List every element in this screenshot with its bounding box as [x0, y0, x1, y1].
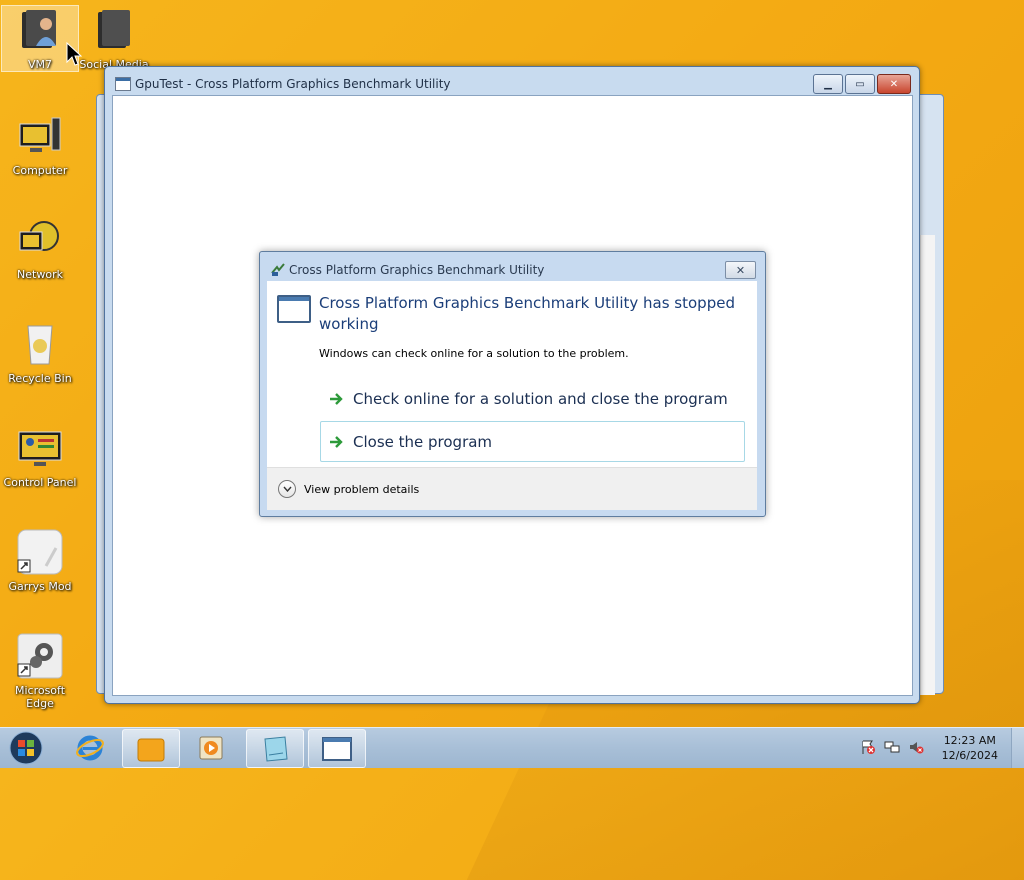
- desktop-icon-control-panel[interactable]: Control Panel: [2, 424, 78, 489]
- option-label: Close the program: [353, 432, 493, 451]
- recycle-bin-icon: [16, 320, 64, 368]
- desktop-icon-label: Computer: [12, 164, 68, 177]
- media-player-icon: [199, 736, 223, 759]
- settings-gear-icon: [16, 632, 64, 680]
- clock-time: 12:23 AM: [943, 734, 996, 747]
- desktop-icon-garrys-mod[interactable]: Garrys Mod: [2, 528, 78, 593]
- window-title: GpuTest - Cross Platform Graphics Benchm…: [135, 77, 451, 91]
- close-button[interactable]: ✕: [877, 74, 911, 94]
- option-label: Check online for a solution and close th…: [353, 390, 728, 408]
- taskbar-internet-explorer[interactable]: [70, 729, 110, 766]
- taskbar-gputest-window[interactable]: [308, 729, 366, 768]
- network-icon[interactable]: [884, 739, 900, 755]
- taskbar-file-explorer[interactable]: [122, 729, 180, 768]
- network-icon: [16, 216, 64, 264]
- dialog-titlebar[interactable]: Cross Platform Graphics Benchmark Utilit…: [260, 252, 765, 282]
- check-online-option[interactable]: Check online for a solution and close th…: [320, 380, 745, 418]
- internet-explorer-icon: [76, 735, 104, 760]
- benchmark-app-icon: [271, 263, 285, 276]
- taskbar: 12:23 AM 12/6/2024: [0, 727, 1024, 768]
- error-dialog[interactable]: Cross Platform Graphics Benchmark Utilit…: [259, 251, 766, 517]
- dialog-body: Cross Platform Graphics Benchmark Utilit…: [267, 281, 757, 467]
- taskbar-clock[interactable]: 12:23 AM 12/6/2024: [942, 733, 998, 763]
- notepad-icon: [264, 735, 288, 762]
- desktop-icon-label: Microsoft Edge: [14, 684, 66, 710]
- garrys-mod-icon: [16, 528, 64, 576]
- program-window-icon: [277, 295, 311, 323]
- minimize-button[interactable]: ▁: [813, 74, 843, 94]
- start-button[interactable]: [8, 730, 44, 766]
- user-folder-icon: [16, 6, 64, 54]
- show-desktop-button[interactable]: [1011, 728, 1024, 768]
- windows-logo-icon: [9, 731, 43, 765]
- close-program-option[interactable]: Close the program: [320, 421, 745, 462]
- taskbar-media-player[interactable]: [184, 729, 240, 766]
- control-panel-icon: [16, 424, 64, 472]
- action-center-flag-icon[interactable]: [860, 739, 876, 755]
- dialog-message: Windows can check online for a solution …: [319, 347, 629, 360]
- desktop-icon-computer[interactable]: Computer: [2, 112, 78, 177]
- chevron-down-icon: [278, 480, 296, 498]
- desktop-icon-social-media[interactable]: Social Media: [76, 6, 152, 71]
- window-icon: [322, 736, 352, 761]
- clock-date: 12/6/2024: [941, 749, 998, 762]
- system-tray: [860, 739, 924, 755]
- taskbar-notepad[interactable]: [246, 729, 304, 768]
- computer-icon: [16, 112, 64, 160]
- desktop-icon-label: Network: [17, 268, 63, 281]
- details-label: View problem details: [304, 482, 420, 496]
- dialog-title: Cross Platform Graphics Benchmark Utilit…: [289, 263, 545, 277]
- dialog-close-button[interactable]: ✕: [725, 261, 756, 279]
- folder-icon: [90, 6, 138, 54]
- vertical-scrollbar[interactable]: [920, 235, 935, 695]
- view-problem-details-toggle[interactable]: View problem details: [278, 480, 419, 498]
- desktop-icon-label: Recycle Bin: [8, 372, 72, 385]
- green-arrow-icon: [330, 435, 343, 448]
- dialog-footer: View problem details: [267, 467, 757, 510]
- desktop-icon-label: Garrys Mod: [8, 580, 72, 593]
- app-window-icon: [115, 77, 131, 91]
- desktop-icon-network[interactable]: Network: [2, 216, 78, 281]
- desktop-icon-label: Control Panel: [3, 476, 77, 489]
- folder-icon: [137, 738, 165, 761]
- desktop-icon-recycle-bin[interactable]: Recycle Bin: [2, 320, 78, 385]
- volume-muted-icon[interactable]: [908, 739, 924, 755]
- mouse-cursor-icon: [66, 42, 82, 66]
- green-arrow-icon: [330, 393, 343, 405]
- desktop-icon-microsoft-edge[interactable]: Microsoft Edge: [2, 632, 78, 710]
- dialog-heading: Cross Platform Graphics Benchmark Utilit…: [319, 294, 735, 333]
- restore-button[interactable]: ▭: [845, 74, 875, 94]
